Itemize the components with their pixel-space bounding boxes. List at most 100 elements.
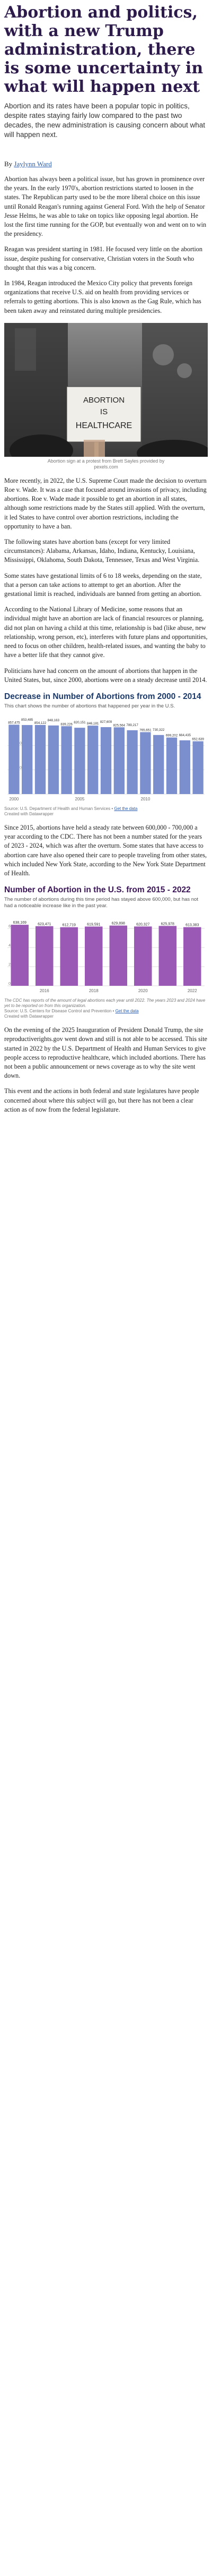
chart-2-bar: [60, 927, 78, 986]
chart-1-value-label: 827,609: [100, 720, 112, 724]
chart-2-value-label: 629,898: [112, 922, 125, 926]
chart-2-value-label: 613,383: [186, 924, 199, 927]
body-paragraph: On the evening of the 2025 Inauguration …: [4, 1026, 207, 1080]
body-paragraph: This event and the actions in both feder…: [4, 1087, 199, 1113]
section-1: Abortion has always been a political iss…: [4, 175, 208, 315]
chart-2-value-label: 612,719: [63, 924, 76, 927]
body-paragraph: In 1984, Reagan introduced the Mexico Ci…: [4, 279, 201, 314]
body-paragraph: Some states have gestational limits of 6…: [4, 572, 202, 598]
body-paragraph: Reagan was president starting in 1981. H…: [4, 245, 202, 271]
chart-2-plot: 0200000400000600000638,169623,471612,719…: [7, 921, 205, 993]
chart-1-bar: [48, 725, 59, 794]
chart-1-bar: [113, 727, 125, 794]
chart-1-value-label: 820,151: [74, 721, 86, 724]
chart-1-value-label: 664,435: [179, 733, 191, 737]
chart-1-bar: [74, 728, 85, 794]
chart-2-bar: [36, 926, 54, 986]
chart-2-value-label: 623,471: [38, 923, 51, 926]
chart-1-get-data-link[interactable]: Get the data: [114, 806, 137, 811]
chart-1-value-label: 825,564: [113, 723, 126, 727]
body-paragraph: Politicians have had concern on the amou…: [4, 667, 207, 684]
chart-1-subtitle: This chart shows the number of abortions…: [4, 703, 175, 709]
body-paragraph: Since 2015, abortions have held a steady…: [4, 823, 207, 877]
author-link[interactable]: Jaylynn Ward: [14, 160, 51, 168]
chart-2-bar: [183, 927, 201, 986]
chart-2-value-label: 620,327: [136, 923, 149, 926]
chart-2-footer: The CDC has reports of the amount of leg…: [4, 998, 206, 1019]
body-paragraph: According to the National Library of Med…: [4, 605, 208, 659]
section-3: Since 2015, abortions have held a steady…: [4, 823, 208, 878]
chart-2-y-tick-label: 0: [8, 981, 11, 986]
chart-2-x-tick-label: 2018: [89, 988, 99, 993]
chart-1-bar: [127, 730, 138, 794]
section-4: On the evening of the 2025 Inauguration …: [4, 1026, 208, 1123]
chart-2-bar: [85, 926, 103, 986]
photo-caption-line-1: Abortion sign at a protest from Brett Sa…: [47, 458, 165, 464]
chart-1-value-label: 699,202: [166, 733, 178, 737]
chart-1-value-label: 846,181: [87, 722, 99, 726]
byline-prefix: By: [4, 160, 14, 168]
body-paragraph: The following states have abortion bans …: [4, 538, 200, 564]
chart-2-x-tick-label: 2016: [40, 988, 49, 993]
chart-1-value-label: 730,322: [153, 728, 165, 732]
chart-1-bar: [87, 726, 99, 794]
chart-1-bar: [153, 735, 164, 794]
chart-2-x-tick-label: 2020: [138, 988, 148, 993]
chart-1-value-label: 839,226: [60, 722, 73, 726]
chart-2-title: Number of Abortion in the U.S. from 2015…: [4, 885, 191, 895]
chart-1-value-label: 652,639: [192, 738, 204, 741]
chart-1: Decrease in Number of Abortions from 200…: [4, 692, 208, 817]
chart-1-value-label: 853,485: [21, 718, 33, 722]
chart-2-x-tick-label: 2022: [188, 988, 197, 993]
chart-1-made-with: Created with Datawrapper: [4, 811, 54, 816]
chart-1-value-label: 854,122: [34, 721, 47, 725]
chart-2-bar: [109, 925, 127, 986]
chart-1-bar: [140, 732, 151, 794]
chart-2-source: Source: U.S. Centers for Disease Control…: [4, 1009, 112, 1014]
chart-1-x-tick-label: 2010: [141, 797, 151, 801]
chart-1-value-label: 765,651: [139, 728, 152, 732]
chart-2-get-data-link[interactable]: Get the data: [116, 1009, 139, 1013]
chart-1-bar: [166, 737, 178, 794]
sign-line-2: IS: [100, 407, 108, 416]
chart-2-made-with: Created with Datawrapper: [4, 1014, 54, 1019]
chart-1-value-label: 848,163: [48, 719, 60, 722]
chart-1-bar: [8, 724, 20, 794]
chart-1-footer: Source: U.S. Department of Health and Hu…: [4, 806, 138, 816]
article: Abortion and politics, with a new Trump …: [0, 0, 212, 1123]
chart-1-x-tick-label: 2005: [75, 797, 85, 801]
sign-line-1: ABORTION: [83, 396, 125, 405]
article-title: Abortion and politics, with a new Trump …: [4, 3, 204, 96]
chart-2-bar: [158, 926, 176, 986]
chart-1-bar: [34, 724, 46, 794]
chart-1-x-tick-label: 2000: [10, 797, 19, 801]
chart-2-bar: [134, 926, 152, 986]
photo-caption: Abortion sign at a protest from Brett Sa…: [4, 458, 208, 470]
chart-1-bar: [61, 726, 72, 794]
chart-1-bar: [179, 740, 190, 794]
section-2: More recently, in 2022, the U.S. Supreme…: [4, 476, 208, 685]
chart-2-note: The CDC has reports of the amount of leg…: [4, 998, 206, 1009]
protest-photo: ABORTION IS HEALTHCARE: [4, 322, 208, 457]
chart-2-subtitle: The number of abortions during this time…: [4, 897, 198, 909]
chart-1-bar: [100, 727, 112, 794]
chart-1-plot: 0300000600000857,475853,485854,122848,16…: [7, 718, 205, 801]
chart-2-bar: [11, 925, 29, 986]
chart-1-source: Source: U.S. Department of Health and Hu…: [4, 806, 111, 811]
photo-caption-line-2: pexels.com: [94, 464, 118, 470]
chart-1-bar: [192, 741, 204, 794]
article-subtitle: Abortion and its rates have been a popul…: [4, 102, 205, 139]
protest-photo-art: ABORTION IS HEALTHCARE: [4, 322, 208, 457]
byline: By Jaylynn Ward: [4, 160, 208, 168]
chart-2-value-label: 619,591: [87, 923, 100, 927]
chart-1-value-label: 857,475: [8, 721, 20, 724]
body-paragraph: More recently, in 2022, the U.S. Supreme…: [4, 476, 207, 530]
body-paragraph: Abortion has always been a political iss…: [4, 175, 207, 238]
chart-2: Number of Abortion in the U.S. from 2015…: [4, 885, 208, 1019]
chart-1-value-label: 789,217: [126, 723, 138, 727]
chart-1-title: Decrease in Number of Abortions from 200…: [4, 692, 201, 701]
chart-2-value-label: 625,978: [161, 922, 174, 926]
sign-line-3: HEALTHCARE: [76, 421, 132, 430]
chart-1-bar: [22, 724, 33, 794]
chart-2-value-label: 638,169: [13, 921, 26, 925]
